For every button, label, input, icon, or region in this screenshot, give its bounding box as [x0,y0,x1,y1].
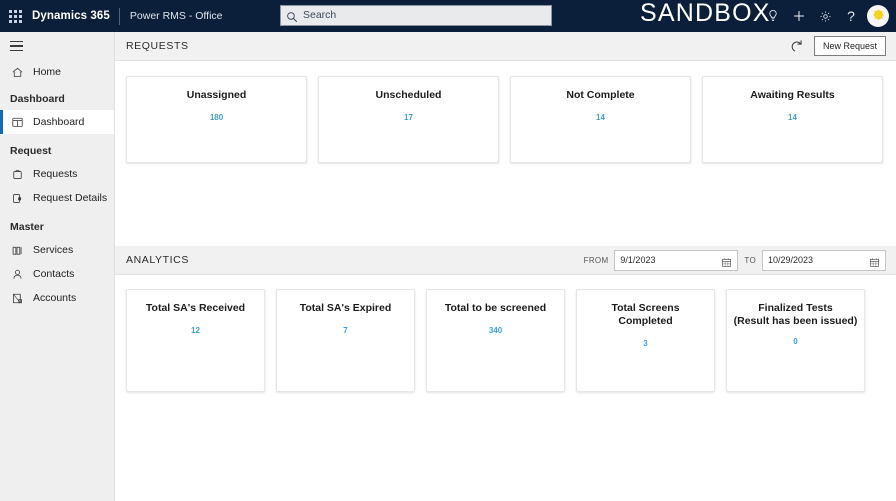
analytics-card-row: Total SA's Received 12 Total SA's Expire… [115,275,896,392]
analytics-card-value[interactable]: 3 [643,339,647,348]
kpi-card-value[interactable]: 180 [210,113,223,122]
app-launcher-grid-icon[interactable] [0,0,30,32]
kpi-card-value[interactable]: 14 [596,113,605,122]
kpi-card-title: Not Complete [560,89,640,102]
requests-card-row: Unassigned 180 Unscheduled 17 Not Comple… [115,61,896,163]
analytics-card-title: Finalized Tests (Result has been issued) [728,302,864,328]
app-name-label[interactable]: Power RMS - Office [120,10,223,22]
from-label: FROM [584,256,609,265]
kpi-card-title: Awaiting Results [744,89,840,102]
badge-lock-icon [10,191,24,205]
search-input[interactable]: Search [280,5,552,26]
analytics-card-total-screens-completed[interactable]: Total Screens Completed 3 [576,289,715,392]
user-avatar[interactable] [867,5,889,27]
environment-label: SANDBOX [640,0,771,28]
sidebar-item-requests[interactable]: Requests [0,162,114,186]
sidebar-item-services-label: Services [33,244,73,256]
help-question-glyph: ? [847,9,855,23]
analytics-card-value[interactable]: 12 [191,326,200,335]
avatar-star-shape [870,8,887,25]
home-icon [10,65,24,79]
brand-title[interactable]: Dynamics 365 [30,10,119,22]
analytics-card-value[interactable]: 7 [343,326,347,335]
sidebar-item-home[interactable]: Home [0,60,114,84]
analytics-card-total-to-be-screened[interactable]: Total to be screened 340 [426,289,565,392]
kpi-card-unassigned[interactable]: Unassigned 180 [126,76,307,163]
kpi-card-title: Unassigned [181,89,253,102]
person-icon [10,267,24,281]
to-date-input[interactable]: 10/29/2023 [762,250,886,271]
search-icon [286,10,298,22]
kpi-card-not-complete[interactable]: Not Complete 14 [510,76,691,163]
sidebar-item-contacts-label: Contacts [33,268,74,280]
sidebar-item-contacts[interactable]: Contacts [0,262,114,286]
analytics-section-title: ANALYTICS [126,254,189,266]
dashboard-icon [10,115,24,129]
kpi-card-value[interactable]: 17 [404,113,413,122]
to-date-value: 10/29/2023 [768,255,869,265]
analytics-section-bar: ANALYTICS FROM 9/1/2023 [115,246,896,275]
to-label: TO [744,256,756,265]
briefcase-icon [10,167,24,181]
analytics-card-total-sa-expired[interactable]: Total SA's Expired 7 [276,289,415,392]
analytics-card-total-sa-received[interactable]: Total SA's Received 12 [126,289,265,392]
site-map-toggle[interactable] [0,32,114,60]
header-icon-group: ? [760,0,892,32]
analytics-card-value[interactable]: 0 [793,337,797,346]
sidebar-item-home-label: Home [33,66,61,78]
kpi-card-value[interactable]: 14 [788,113,797,122]
date-range-filter: FROM 9/1/2023 [584,250,886,271]
kpi-card-unscheduled[interactable]: Unscheduled 17 [318,76,499,163]
lightbulb-icon[interactable] [760,0,786,32]
sidebar-group-master: Master [0,210,114,238]
analytics-card-title-sub: (Result has been issued) [734,315,858,328]
requests-bar-actions: New Request [788,36,886,56]
sidebar-item-request-details-label: Request Details [33,192,107,204]
from-date-input[interactable]: 9/1/2023 [614,250,738,271]
sidebar-item-dashboard-label: Dashboard [33,116,84,128]
new-request-button[interactable]: New Request [814,36,886,56]
calendar-icon[interactable] [869,255,880,266]
from-date-value: 9/1/2023 [620,255,721,265]
requests-section-bar: REQUESTS New Request [115,32,896,61]
sidebar-group-dashboard: Dashboard [0,84,114,110]
sidebar-item-accounts[interactable]: Accounts [0,286,114,310]
sidebar-item-accounts-label: Accounts [33,292,76,304]
hamburger-icon [10,41,23,51]
analytics-card-title-main: Finalized Tests [758,302,833,314]
top-header: Dynamics 365 Power RMS - Office Search S… [0,0,896,32]
main-content: REQUESTS New Request Unassigned 180 Unsc… [115,32,896,501]
refresh-icon[interactable] [788,38,805,55]
calendar-icon[interactable] [721,255,732,266]
account-book-icon [10,291,24,305]
kpi-card-awaiting-results[interactable]: Awaiting Results 14 [702,76,883,163]
analytics-card-title: Total SA's Expired [294,302,398,315]
help-icon[interactable]: ? [838,0,864,32]
building-columns-icon [10,243,24,257]
analytics-zone: ANALYTICS FROM 9/1/2023 [115,246,896,392]
waffle-grid-shape [9,10,22,23]
sidebar-item-request-details[interactable]: Request Details [0,186,114,210]
sidebar-item-dashboard[interactable]: Dashboard [0,110,114,134]
kpi-card-title: Unscheduled [370,89,448,102]
left-sidebar: Home Dashboard Dashboard Request Request… [0,32,115,501]
analytics-card-finalized-tests[interactable]: Finalized Tests (Result has been issued)… [726,289,865,392]
analytics-bar-filters: FROM 9/1/2023 [584,250,886,271]
requests-section-title: REQUESTS [126,40,189,52]
analytics-card-value[interactable]: 340 [489,326,502,335]
sidebar-group-request: Request [0,134,114,162]
sidebar-item-services[interactable]: Services [0,238,114,262]
plus-icon[interactable] [786,0,812,32]
analytics-card-title: Total to be screened [439,302,552,315]
analytics-card-title: Total Screens Completed [577,302,714,328]
gear-icon[interactable] [812,0,838,32]
search-placeholder: Search [303,10,336,21]
sidebar-item-requests-label: Requests [33,168,77,180]
analytics-card-title: Total SA's Received [140,302,251,315]
